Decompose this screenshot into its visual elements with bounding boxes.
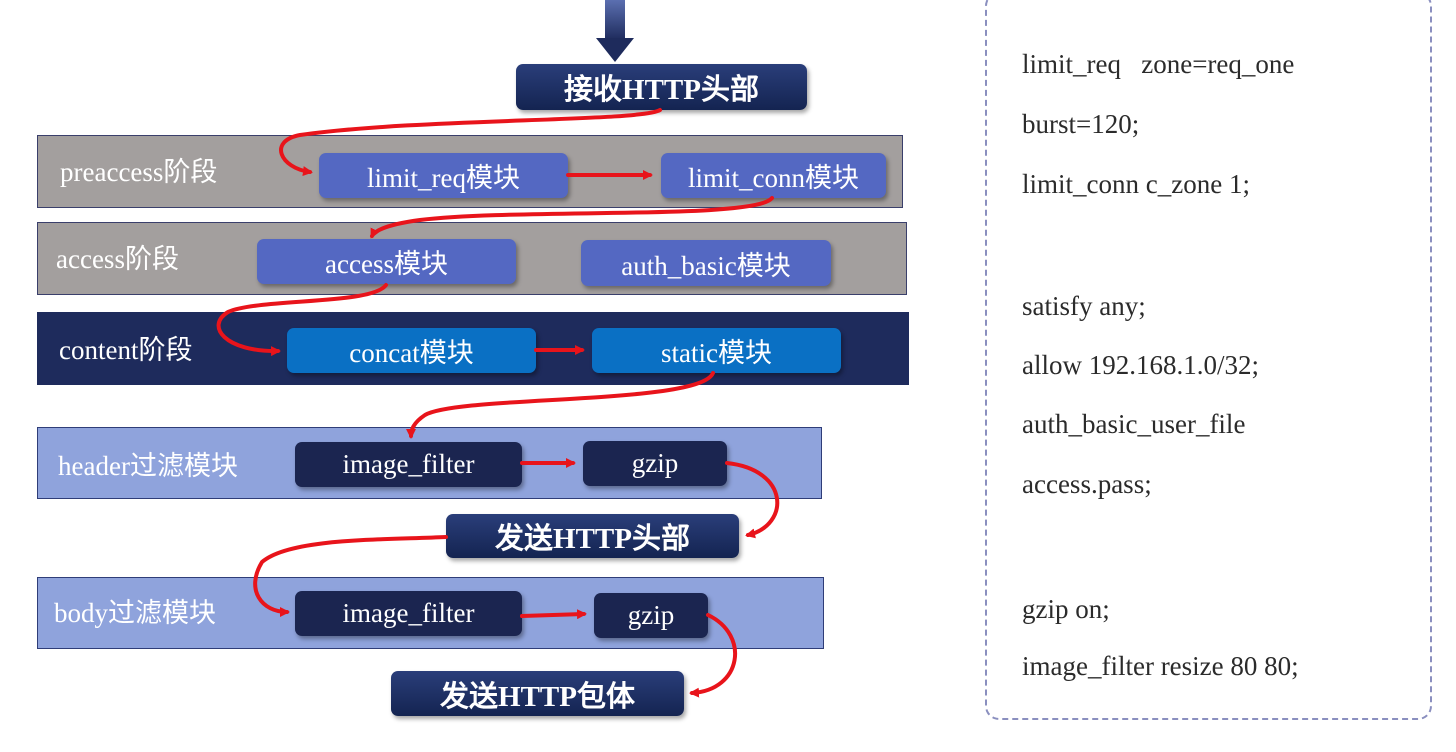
- phase-label-header-filter: header过滤模块: [58, 451, 238, 481]
- config-line: limit_conn c_zone 1;: [1022, 169, 1250, 199]
- phase-label-preaccess: preaccess阶段: [60, 157, 218, 187]
- module-access: access模块: [257, 239, 516, 284]
- module-auth-basic: auth_basic模块: [581, 240, 831, 286]
- incoming-arrow-icon: [596, 0, 634, 62]
- module-body-gzip: gzip: [594, 593, 708, 638]
- module-header-gzip: gzip: [583, 441, 727, 486]
- config-line: image_filter resize 80 80;: [1022, 651, 1299, 681]
- module-limit-conn: limit_conn模块: [661, 153, 886, 198]
- send-http-header-box: 发送HTTP头部: [446, 514, 739, 558]
- config-line: satisfy any;: [1022, 291, 1146, 321]
- module-body-image-filter: image_filter: [295, 591, 522, 636]
- module-header-image-filter: image_filter: [295, 442, 522, 487]
- config-line: gzip on;: [1022, 594, 1110, 624]
- config-line: allow 192.168.1.0/32;: [1022, 350, 1259, 380]
- module-static: static模块: [592, 328, 841, 373]
- phase-label-content: content阶段: [59, 335, 193, 365]
- config-line: limit_req zone=req_one: [1022, 49, 1295, 79]
- phase-label-access: access阶段: [56, 244, 179, 274]
- config-line: burst=120;: [1022, 109, 1140, 139]
- module-concat: concat模块: [287, 328, 536, 373]
- config-line: auth_basic_user_file: [1022, 409, 1246, 439]
- receive-http-header-box: 接收HTTP头部: [516, 64, 807, 110]
- send-http-body-box: 发送HTTP包体: [391, 671, 684, 716]
- module-limit-req: limit_req模块: [319, 153, 568, 198]
- config-line: access.pass;: [1022, 469, 1152, 499]
- phase-label-body-filter: body过滤模块: [54, 598, 216, 628]
